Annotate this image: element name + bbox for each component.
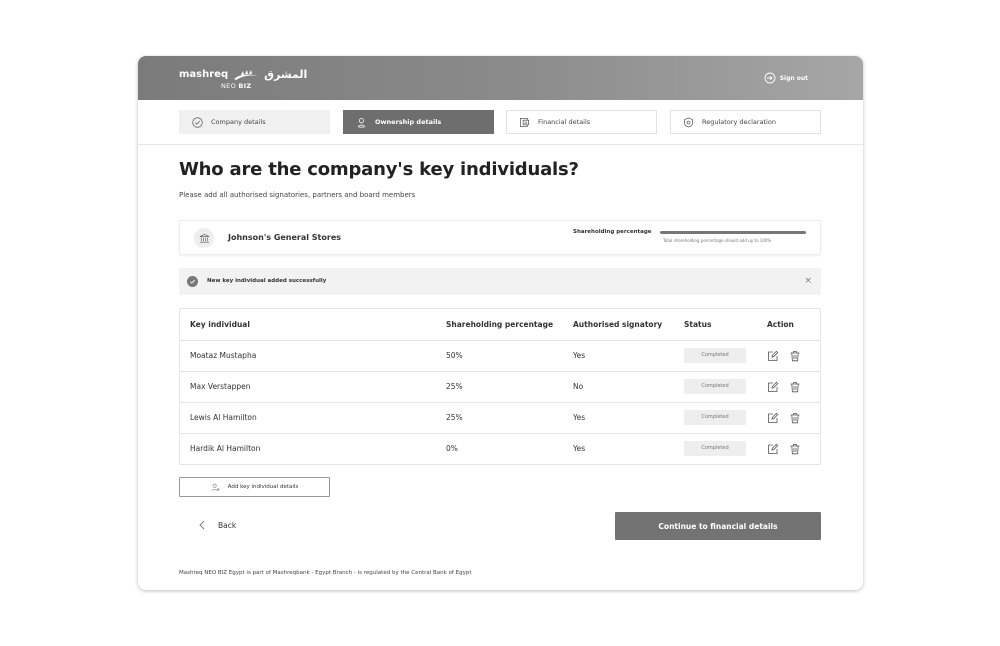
top-header: mashreq المشرق NEO BIZ Sign out [138, 56, 863, 100]
table-row: Max Verstappen 25% No Completed [180, 371, 820, 403]
progress-stepper: Company details Ownership details Financ… [138, 100, 863, 145]
edit-icon[interactable] [767, 381, 779, 393]
back-label: Back [218, 520, 237, 530]
page-subtitle: Please add all authorised signatories, p… [179, 191, 416, 199]
column-header: Authorised signatory [573, 309, 684, 341]
mashreq-logo: mashreq المشرق NEO BIZ [179, 68, 308, 90]
signatory-value: No [573, 371, 684, 403]
table-row: Moataz Mustapha 50% Yes Completed [180, 340, 820, 372]
individual-name: Moataz Mustapha [180, 340, 446, 372]
column-header: Shareholding percentage [446, 309, 573, 341]
back-button[interactable]: Back [198, 520, 236, 530]
shareholding-value: 50% [446, 340, 573, 372]
signatory-value: Yes [573, 340, 684, 372]
swoosh-icon [234, 69, 259, 80]
person-icon [357, 117, 366, 127]
status-badge: Completed [684, 348, 746, 363]
shareholding-progress-fill [660, 231, 806, 234]
column-header: Action [767, 309, 820, 341]
trash-icon[interactable] [789, 350, 801, 362]
table-row: Lewis Al Hamilton 25% Yes Completed [180, 402, 820, 434]
trash-icon[interactable] [789, 412, 801, 424]
edit-icon[interactable] [767, 443, 779, 455]
status-badge: Completed [684, 410, 746, 425]
bank-building-icon [194, 228, 214, 248]
chevron-left-icon [199, 520, 205, 530]
check-circle-icon [192, 116, 203, 128]
signatory-value: Yes [573, 444, 586, 454]
sign-out-icon [764, 72, 776, 84]
footer-disclaimer: Mashreq NEO BIZ Egypt is part of Mashreq… [179, 570, 472, 576]
company-name: Johnson's General Stores [228, 233, 342, 242]
product-name: NEO BIZ [221, 82, 251, 90]
individual-name: Lewis Al Hamilton [180, 402, 446, 434]
step-label: Financial details [538, 118, 591, 126]
trash-icon[interactable] [789, 443, 801, 455]
step-label: Regulatory declaration [702, 118, 776, 126]
step-regulatory-declaration[interactable]: Regulatory declaration [670, 110, 821, 134]
onboarding-card: mashreq المشرق NEO BIZ Sign out Company … [138, 56, 863, 590]
individual-name: Max Verstappen [180, 371, 446, 403]
column-header: Status [684, 309, 767, 341]
brand-name-en: mashreq [179, 69, 229, 80]
key-individuals-table: Key individual Shareholding percentage A… [179, 308, 821, 465]
status-badge: Completed [684, 379, 746, 394]
shareholding-label: Shareholding percentage [573, 229, 652, 235]
table-row: Hardik Al Hamilton 0% Yes Completed [180, 433, 820, 464]
table-header-row: Key individual Shareholding percentage A… [180, 309, 820, 341]
step-ownership-details[interactable]: Ownership details [343, 110, 494, 134]
step-company-details[interactable]: Company details [179, 110, 330, 134]
bank-icon-glyph [199, 233, 209, 242]
continue-button[interactable]: Continue to financial details [615, 512, 821, 540]
sign-out-label: Sign out [779, 74, 808, 82]
shield-icon [684, 117, 693, 127]
success-check-icon [187, 276, 198, 287]
status-badge: Completed [684, 441, 746, 457]
step-label: Ownership details [375, 118, 442, 126]
shareholding-value: 25% [446, 402, 573, 434]
success-toast: New key individual added successfully × [179, 268, 821, 295]
step-financial-details[interactable]: Financial details [506, 110, 657, 134]
page-title: Who are the company's key individuals? [179, 159, 579, 180]
signatory-value: Yes [573, 402, 684, 434]
edit-icon[interactable] [767, 350, 779, 362]
company-summary: Johnson's General Stores Shareholding pe… [179, 220, 821, 255]
shareholding-progress-bar [660, 231, 806, 234]
add-key-individual-button[interactable]: Add key individual details [179, 477, 330, 497]
shareholding-value: 25% [446, 371, 573, 403]
close-icon[interactable]: × [804, 276, 812, 286]
edit-icon[interactable] [767, 412, 779, 424]
sign-out-button[interactable]: Sign out [764, 72, 808, 84]
check-icon [190, 279, 196, 284]
shareholding-note: Total shareholding percentage should add… [663, 238, 772, 243]
step-label: Company details [211, 118, 266, 126]
individual-name: Hardik Al Hamilton [190, 444, 261, 454]
add-button-label: Add key individual details [227, 484, 299, 490]
toast-message: New key individual added successfully [207, 278, 327, 284]
column-header: Key individual [180, 309, 446, 341]
product-biz: BIZ [238, 82, 252, 90]
brand-name-ar: المشرق [264, 68, 308, 81]
shareholding-value: 0% [446, 444, 458, 454]
product-neo: NEO [221, 82, 236, 90]
trash-icon[interactable] [789, 381, 801, 393]
add-person-icon [211, 483, 220, 491]
financial-document-icon [520, 117, 529, 127]
